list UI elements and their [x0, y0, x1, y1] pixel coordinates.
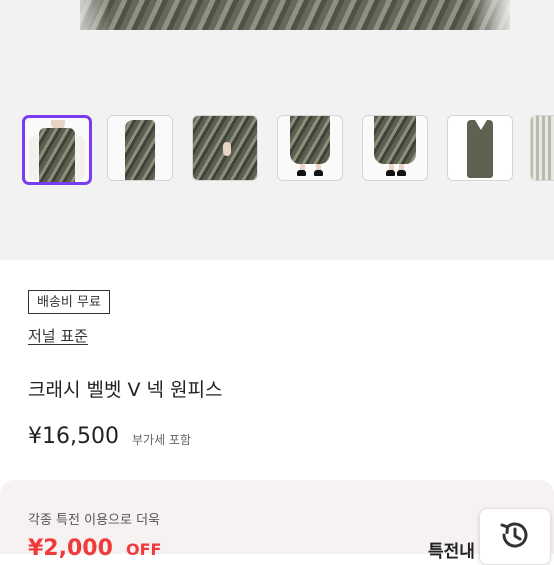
history-clock-icon — [500, 522, 528, 548]
brand-link[interactable]: 저널 표준 — [28, 325, 88, 346]
thumbnail-full-length-heels[interactable] — [277, 115, 343, 181]
thumbnail-side-view[interactable] — [107, 115, 173, 181]
thumbnail-pocket-detail[interactable] — [192, 115, 258, 181]
main-image-fade — [0, 0, 554, 30]
recently-viewed-button[interactable] — [479, 508, 551, 565]
thumbnail-flat-lay[interactable] — [447, 115, 513, 181]
benefit-off-label: OFF — [126, 540, 162, 559]
product-image-gallery[interactable] — [0, 0, 554, 260]
vat-included-note: 부가세 포함 — [132, 433, 192, 447]
free-shipping-badge: 배송비 무료 — [28, 290, 110, 314]
benefit-label: 각종 특전 이용으로 더욱 — [28, 513, 160, 528]
benefit-details-link[interactable]: 특전내 — [428, 537, 475, 562]
benefit-discount-amount: ¥2,000 — [28, 536, 113, 561]
product-price: ¥16,500 — [28, 424, 119, 449]
thumbnail-strip[interactable] — [22, 115, 554, 185]
thumbnail-full-length-side[interactable] — [362, 115, 428, 181]
thumbnail-front-view[interactable] — [22, 115, 92, 185]
thumbnail-fabric-detail[interactable] — [530, 115, 554, 181]
product-title: 크래시 벨벳 V 넥 원피스 — [28, 379, 223, 401]
